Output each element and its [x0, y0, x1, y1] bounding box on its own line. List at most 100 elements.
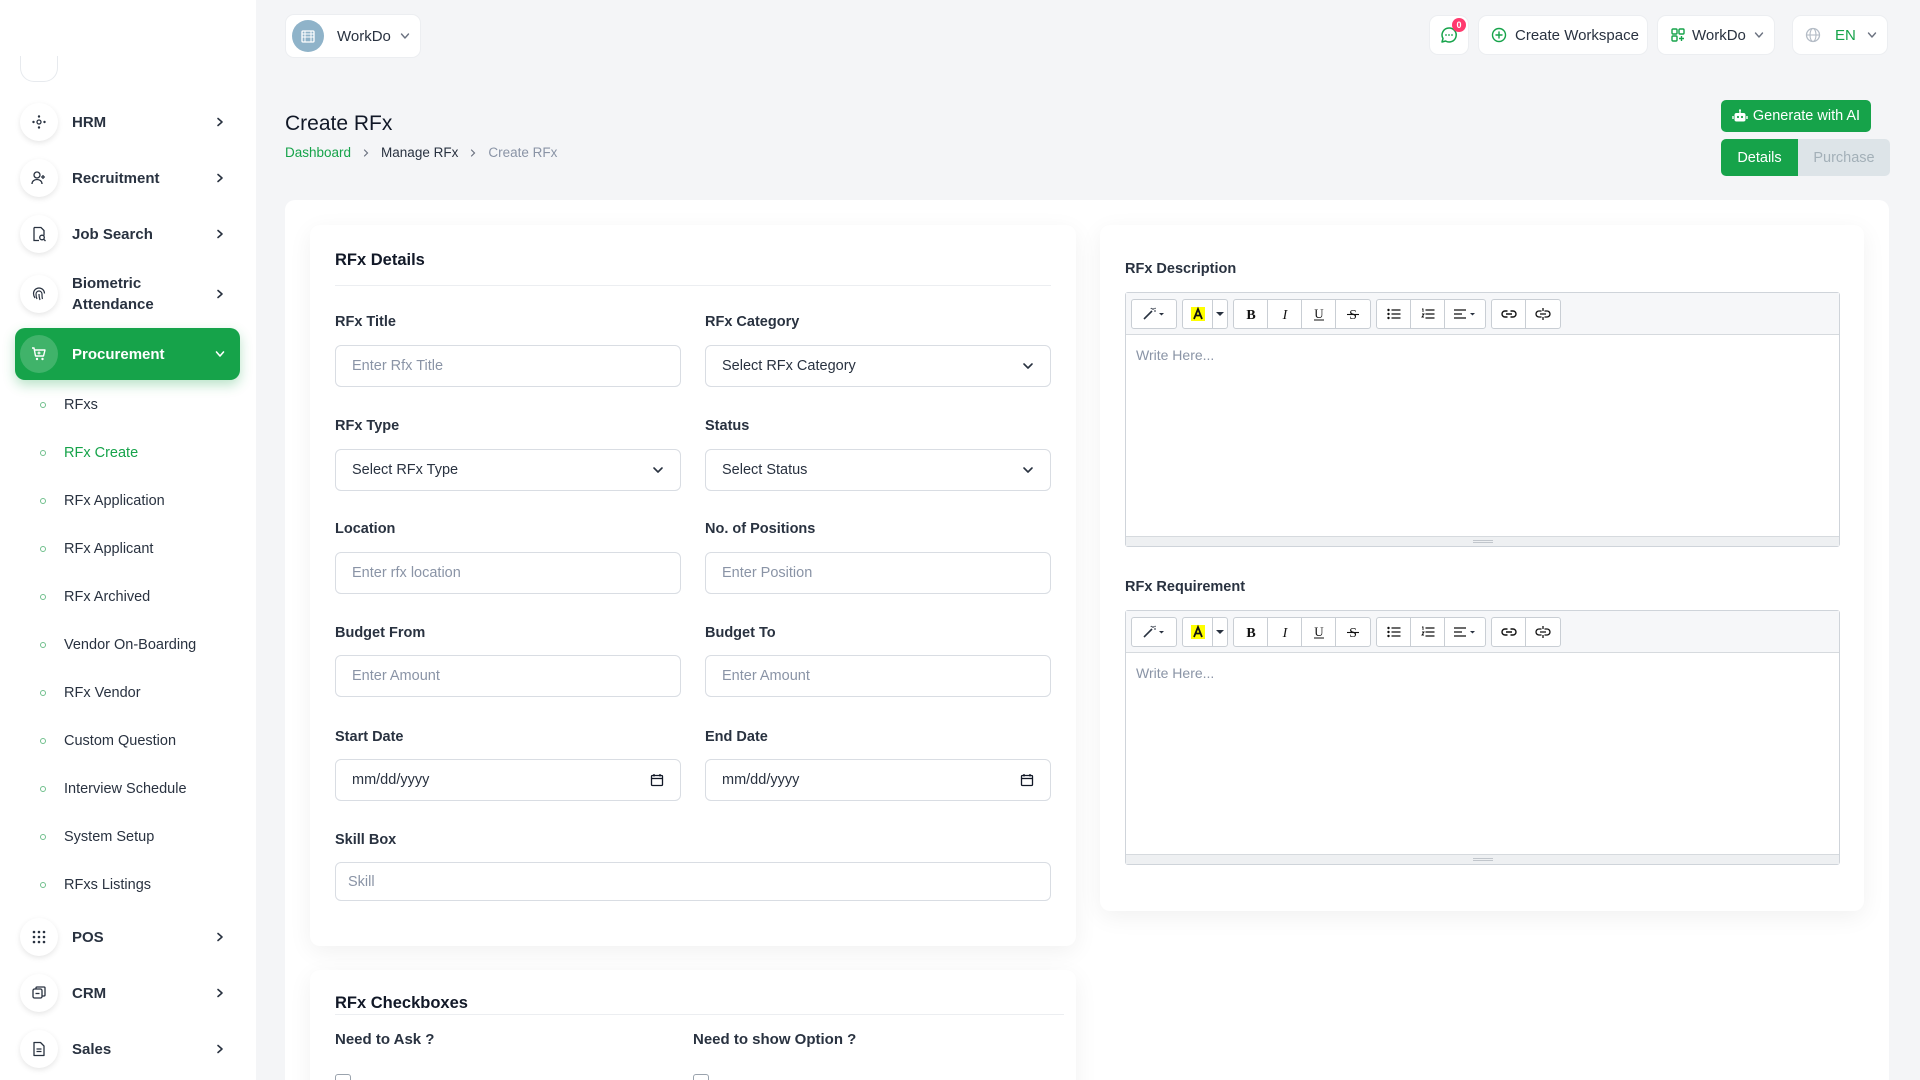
- sidebar-item-job-search[interactable]: Job Search: [15, 208, 240, 260]
- link-icon[interactable]: [1492, 299, 1526, 328]
- submenu-item-rfx-create[interactable]: RFx Create: [40, 440, 240, 466]
- submenu-item-vendor-onboarding[interactable]: Vendor On-Boarding: [40, 632, 240, 658]
- budget-to-input[interactable]: Enter Amount: [705, 655, 1051, 697]
- job-search-icon: [20, 215, 58, 253]
- underline-icon[interactable]: U: [1302, 617, 1336, 646]
- caret-down-icon[interactable]: [1213, 300, 1227, 328]
- page-title: Create RFx: [285, 112, 393, 135]
- breadcrumb-dashboard[interactable]: Dashboard: [285, 145, 351, 160]
- create-workspace-button[interactable]: Create Workspace: [1478, 15, 1648, 55]
- magic-wand-icon[interactable]: [1132, 618, 1176, 646]
- sidebar-item-sales[interactable]: Sales: [15, 1023, 240, 1075]
- submenu-item-interview-schedule[interactable]: Interview Schedule: [40, 776, 240, 802]
- italic-icon[interactable]: I: [1268, 299, 1302, 328]
- submenu-item-rfx-archived[interactable]: RFx Archived: [40, 584, 240, 610]
- robot-icon: [1732, 108, 1748, 124]
- start-date-input[interactable]: mm/dd/yyyy: [335, 759, 681, 801]
- align-icon[interactable]: [1445, 300, 1485, 328]
- grid-dots-icon: [20, 918, 58, 956]
- numbered-list-icon[interactable]: [1411, 617, 1445, 646]
- language-switcher[interactable]: EN: [1792, 15, 1888, 55]
- bullet-icon: [40, 594, 46, 600]
- show-option-checkbox[interactable]: [693, 1074, 709, 1080]
- budget-from-input[interactable]: Enter Amount: [335, 655, 681, 697]
- generate-with-ai-button[interactable]: Generate with AI: [1721, 100, 1871, 132]
- underline-icon[interactable]: U: [1302, 299, 1336, 328]
- unlink-icon[interactable]: [1526, 300, 1560, 328]
- budget-to-label: Budget To: [705, 625, 776, 641]
- sidebar-item-hrm[interactable]: HRM: [15, 96, 240, 148]
- strikethrough-icon[interactable]: S: [1336, 618, 1370, 646]
- bold-icon[interactable]: B: [1234, 299, 1268, 328]
- submenu-label: System Setup: [64, 829, 155, 845]
- caret-down-icon[interactable]: [1213, 618, 1227, 646]
- sidebar-item-label: Procurement: [72, 345, 165, 363]
- rfx-category-select[interactable]: Select RFx Category: [705, 345, 1051, 387]
- divider: [335, 285, 1051, 286]
- sidebar-item-crm[interactable]: CRM: [15, 967, 240, 1019]
- align-icon[interactable]: [1445, 618, 1485, 646]
- svg-text:B: B: [1246, 308, 1255, 321]
- rfx-checkboxes-card: RFx Checkboxes Need to Ask ? Need to sho…: [310, 970, 1076, 1080]
- sidebar-item-label: Recruitment: [72, 169, 160, 187]
- workspace-switcher[interactable]: WorkDo: [285, 14, 421, 58]
- rfx-category-label: RFx Category: [705, 314, 800, 330]
- submenu-item-custom-question[interactable]: Custom Question: [40, 728, 240, 754]
- italic-icon[interactable]: I: [1268, 617, 1302, 646]
- chevron-down-icon: [400, 31, 410, 41]
- submenu-item-rfx-applicant[interactable]: RFx Applicant: [40, 536, 240, 562]
- magic-wand-icon[interactable]: [1132, 300, 1176, 328]
- sidebar-top-stub: [20, 56, 58, 82]
- text-color-icon[interactable]: [1183, 617, 1213, 646]
- sidebar-item-procurement[interactable]: Procurement: [15, 328, 240, 380]
- language-code: EN: [1835, 26, 1856, 44]
- numbered-list-icon[interactable]: [1411, 299, 1445, 328]
- positions-input[interactable]: Enter Position: [705, 552, 1051, 594]
- workspace-avatar: [292, 20, 324, 52]
- unlink-icon[interactable]: [1526, 618, 1560, 646]
- file-icon: [20, 1030, 58, 1068]
- editor-resize-handle[interactable]: [1126, 854, 1839, 864]
- bullet-icon: [40, 642, 46, 648]
- bullet-list-icon[interactable]: [1377, 299, 1411, 328]
- breadcrumb-manage-rfx[interactable]: Manage RFx: [381, 145, 458, 160]
- end-date-input[interactable]: mm/dd/yyyy: [705, 759, 1051, 801]
- rfx-checkboxes-title: RFx Checkboxes: [335, 994, 468, 1012]
- sidebar-item-biometric-attendance[interactable]: Biometric Attendance: [15, 268, 240, 320]
- submenu-item-system-setup[interactable]: System Setup: [40, 824, 240, 850]
- svg-text:U: U: [1314, 625, 1324, 639]
- location-input[interactable]: Enter rfx location: [335, 552, 681, 594]
- submenu-item-rfx-vendor[interactable]: RFx Vendor: [40, 680, 240, 706]
- ask-checkbox[interactable]: [335, 1074, 351, 1080]
- bold-icon[interactable]: B: [1234, 617, 1268, 646]
- skill-box-input[interactable]: Skill: [335, 862, 1051, 901]
- sidebar-item-pos[interactable]: POS: [15, 911, 240, 963]
- bullet-list-icon[interactable]: [1377, 617, 1411, 646]
- tab-details[interactable]: Details: [1721, 139, 1798, 176]
- text-color-icon[interactable]: [1183, 299, 1213, 328]
- submenu-label: RFx Application: [64, 493, 165, 509]
- calendar-icon: [1020, 773, 1034, 787]
- submenu-label: RFxs Listings: [64, 877, 152, 893]
- company-switcher[interactable]: WorkDo: [1657, 15, 1775, 55]
- submenu-item-rfxs[interactable]: RFxs: [40, 392, 240, 418]
- editor-resize-handle[interactable]: [1126, 536, 1839, 546]
- link-icon[interactable]: [1492, 617, 1526, 646]
- messages-button[interactable]: 0: [1429, 15, 1469, 55]
- chevron-down-icon: [1867, 30, 1877, 40]
- submenu-label: RFx Applicant: [64, 541, 154, 557]
- submenu-item-rfx-application[interactable]: RFx Application: [40, 488, 240, 514]
- strikethrough-icon[interactable]: S: [1336, 300, 1370, 328]
- chevron-right-icon: [210, 168, 230, 188]
- sidebar-item-recruitment[interactable]: Recruitment: [15, 152, 240, 204]
- tab-purchase[interactable]: Purchase: [1798, 139, 1890, 176]
- status-select[interactable]: Select Status: [705, 449, 1051, 491]
- rfx-requirement-textarea[interactable]: Write Here...: [1126, 653, 1839, 854]
- need-to-ask-label: Need to Ask ?: [335, 1031, 435, 1048]
- submenu-item-rfxs-listings[interactable]: RFxs Listings: [40, 872, 240, 898]
- sidebar-item-label: Job Search: [72, 225, 153, 243]
- rfx-title-input[interactable]: Enter Rfx Title: [335, 345, 681, 387]
- rfx-type-select[interactable]: Select RFx Type: [335, 449, 681, 491]
- rfx-description-textarea[interactable]: Write Here...: [1126, 335, 1839, 536]
- cart-icon: [20, 335, 58, 373]
